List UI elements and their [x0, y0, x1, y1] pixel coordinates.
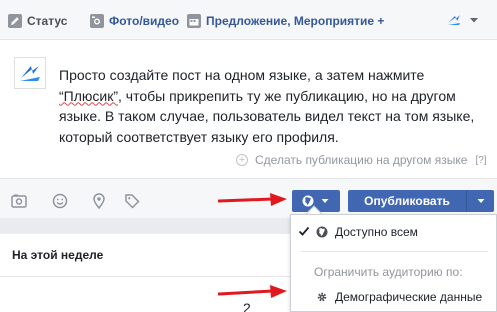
- tab-photo-video[interactable]: Фото/видео: [90, 13, 179, 29]
- add-other-language-link[interactable]: + Сделать публикацию на другом языке [?]: [236, 153, 487, 167]
- composer-tabs: Статус Фото/видео Предложение, Мероприят…: [0, 0, 497, 40]
- section-title: На этой неделе: [12, 248, 104, 262]
- tab-offer-event-label: Предложение, Мероприятие +: [206, 14, 385, 28]
- emoji-icon[interactable]: [52, 193, 68, 209]
- page-avatar: [14, 57, 46, 89]
- add-other-language-label: Сделать публикацию на другом языке: [255, 153, 468, 167]
- chevron-down-icon: [477, 199, 484, 203]
- location-icon[interactable]: [91, 193, 107, 209]
- menu-item-demographics-label: Демографические данные: [335, 290, 483, 304]
- post-text-part-2: , чтобы прикрепить ту же публикацию, но …: [59, 87, 475, 145]
- section-partial-value: 2: [243, 300, 251, 312]
- globe-icon: [302, 195, 314, 207]
- post-text-part-1: Просто создайте пост на одном языке, а з…: [59, 67, 425, 83]
- page-selector[interactable]: [447, 12, 481, 28]
- tag-icon[interactable]: [124, 193, 140, 209]
- plus-circle-icon: +: [236, 154, 248, 166]
- publish-button[interactable]: Опубликовать: [348, 190, 466, 212]
- menu-item-public-label: Доступно всем: [335, 225, 418, 239]
- publish-options-button[interactable]: [466, 190, 494, 212]
- checkmark-icon: [298, 226, 310, 236]
- tab-offer-event[interactable]: Предложение, Мероприятие +: [187, 13, 384, 29]
- help-link[interactable]: [?]: [475, 155, 486, 166]
- camera-icon: [90, 14, 104, 28]
- audience-menu: Доступно всем Ограничить аудиторию по: Д…: [290, 214, 497, 312]
- chevron-down-icon: [470, 18, 478, 23]
- post-text-quoted-word: “Плюсик”: [59, 87, 119, 104]
- restrict-audience-label: Ограничить аудиторию по:: [314, 265, 463, 279]
- tab-status[interactable]: Статус: [8, 13, 67, 29]
- annotation-arrow: [218, 193, 287, 206]
- composer-body: Просто создайте пост на одном языке, а з…: [0, 41, 497, 178]
- pencil-icon: [8, 14, 22, 28]
- menu-item-demographics[interactable]: Демографические данные: [291, 286, 496, 308]
- photo-icon[interactable]: [11, 193, 27, 209]
- globe-icon: [316, 226, 328, 238]
- tab-photo-video-label: Фото/видео: [109, 14, 180, 28]
- chevron-down-icon: [321, 199, 329, 203]
- post-text[interactable]: Просто создайте пост на одном языке, а з…: [59, 65, 485, 147]
- page-logo-icon: [448, 15, 460, 25]
- divider: [0, 276, 290, 277]
- composer-card: Статус Фото/видео Предложение, Мероприят…: [0, 0, 497, 218]
- menu-item-public[interactable]: Доступно всем: [291, 221, 496, 243]
- calendar-icon: [187, 14, 201, 28]
- tab-status-label: Статус: [27, 14, 68, 28]
- page-logo-icon: [20, 66, 40, 81]
- annotation-arrow: [218, 285, 287, 298]
- gear-icon: [317, 292, 327, 302]
- divider: [301, 251, 488, 252]
